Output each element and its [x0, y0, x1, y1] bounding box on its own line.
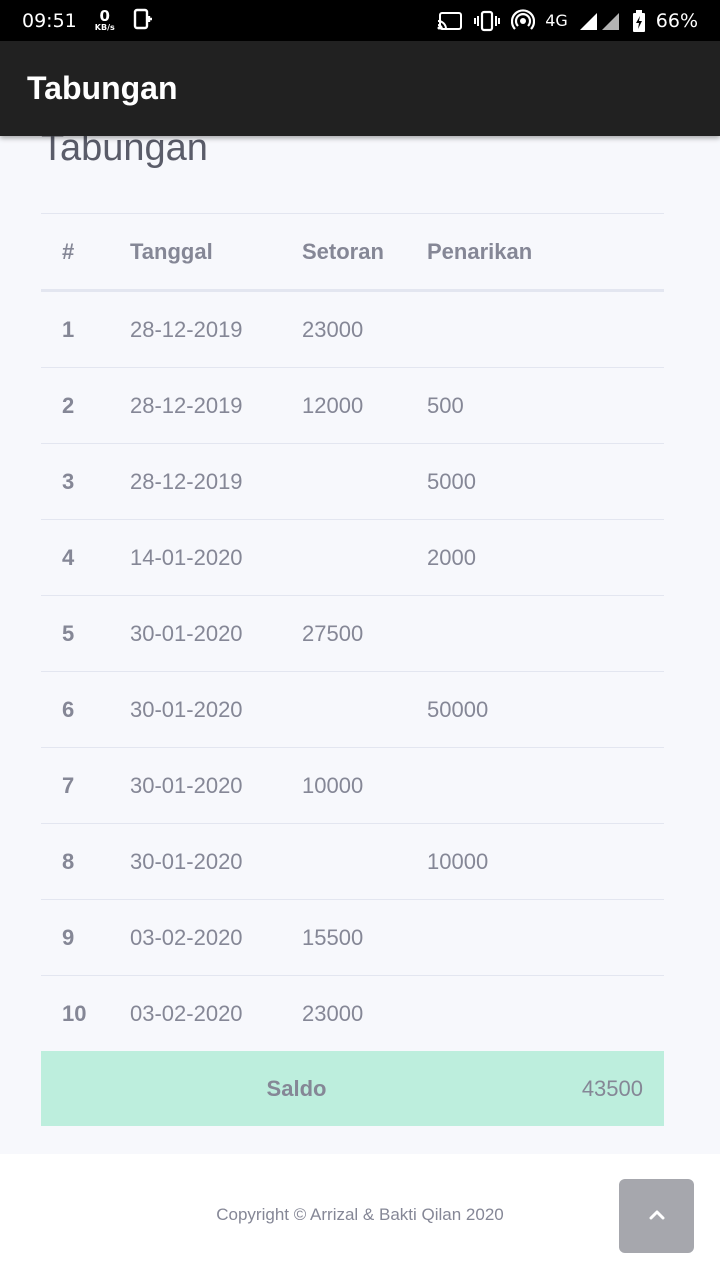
clock: 09:51: [22, 9, 77, 32]
balance-label: Saldo: [266, 1075, 327, 1101]
network-speed: 0 KB/s: [94, 7, 115, 32]
row-number: 3: [62, 468, 75, 494]
page-title: Tabungan: [41, 136, 208, 169]
table-header-row: # Tanggal Setoran Penarikan: [41, 214, 664, 292]
savings-table: # Tanggal Setoran Penarikan 1 28-12-2019 2…: [41, 213, 664, 1052]
row-number: 2: [62, 392, 75, 418]
row-date: 30-01-2020: [130, 696, 243, 722]
chevron-up-icon: [649, 1207, 665, 1225]
table-row: 9 03-02-2020 15500: [41, 900, 664, 976]
battery-level: 66%: [655, 9, 698, 32]
hotspot-icon: [511, 8, 536, 33]
row-date: 28-12-2019: [130, 392, 243, 418]
battery-icon: [632, 9, 646, 32]
table-row: 2 28-12-2019 12000 500: [41, 368, 664, 444]
balance-value: 43500: [581, 1075, 643, 1101]
status-bar: 09:51 0 KB/s 4G 66%: [0, 0, 720, 41]
table-row: 5 30-01-2020 27500: [41, 596, 664, 672]
row-date: 30-01-2020: [130, 620, 243, 646]
table-row: 1 28-12-2019 23000: [41, 292, 664, 368]
row-withdrawal: 10000: [427, 848, 489, 874]
copyright-text: Copyright © Arrizal & Bakti Qilan 2020: [216, 1205, 504, 1224]
row-date: 03-02-2020: [130, 1001, 243, 1026]
row-deposit: 23000: [302, 1001, 364, 1026]
app-bar: Tabungan: [0, 41, 720, 136]
table-row: 4 14-01-2020 2000: [41, 520, 664, 596]
row-number: 6: [62, 696, 75, 722]
column-header-date: Tanggal: [130, 238, 213, 264]
row-deposit: 15500: [302, 924, 364, 950]
table-row: 3 28-12-2019 5000: [41, 444, 664, 520]
row-withdrawal: 5000: [427, 468, 476, 494]
network-type: 4G: [545, 11, 568, 30]
row-number: 1: [62, 316, 75, 342]
row-date: 28-12-2019: [130, 316, 243, 342]
column-header-deposit: Setoran: [302, 238, 384, 264]
row-date: 14-01-2020: [130, 544, 243, 570]
cast-icon: [437, 11, 463, 31]
row-withdrawal: 50000: [427, 696, 489, 722]
row-number: 10: [62, 1001, 87, 1026]
table-row: 10 03-02-2020 23000: [41, 976, 664, 1052]
table-body: 1 28-12-2019 23000 2 28-12-2019 12000 500 3 28-1…: [41, 292, 664, 1052]
app-title: Tabungan: [27, 70, 178, 106]
vibrate-icon: [473, 10, 501, 32]
table-row: 8 30-01-2020 10000: [41, 824, 664, 900]
row-number: 7: [62, 772, 75, 798]
signal-icon: [578, 11, 622, 31]
row-date: 28-12-2019: [130, 468, 243, 494]
table-row: 7 30-01-2020 10000: [41, 748, 664, 824]
row-number: 9: [62, 924, 75, 950]
row-withdrawal: 2000: [427, 544, 476, 570]
balance-row: Saldo 43500: [41, 1051, 664, 1126]
row-deposit: 12000: [302, 392, 364, 418]
row-number: 5: [62, 620, 75, 646]
row-number: 4: [62, 544, 75, 570]
row-deposit: 27500: [302, 620, 364, 646]
main-content: Tabungan # Tanggal Setoran Penarikan 1 28…: [0, 136, 720, 1154]
table-row: 6 30-01-2020 50000: [41, 672, 664, 748]
row-withdrawal: 500: [427, 392, 464, 418]
scroll-to-top-button[interactable]: [619, 1179, 694, 1253]
row-deposit: 23000: [302, 316, 364, 342]
column-header-withdrawal: Penarikan: [427, 238, 533, 264]
row-number: 8: [62, 848, 75, 874]
column-header-number: #: [62, 238, 75, 264]
download-icon: [133, 8, 153, 34]
row-deposit: 10000: [302, 772, 364, 798]
row-date: 30-01-2020: [130, 772, 243, 798]
footer: Copyright © Arrizal & Bakti Qilan 2020: [0, 1154, 720, 1280]
row-date: 03-02-2020: [130, 924, 243, 950]
row-date: 30-01-2020: [130, 848, 243, 874]
